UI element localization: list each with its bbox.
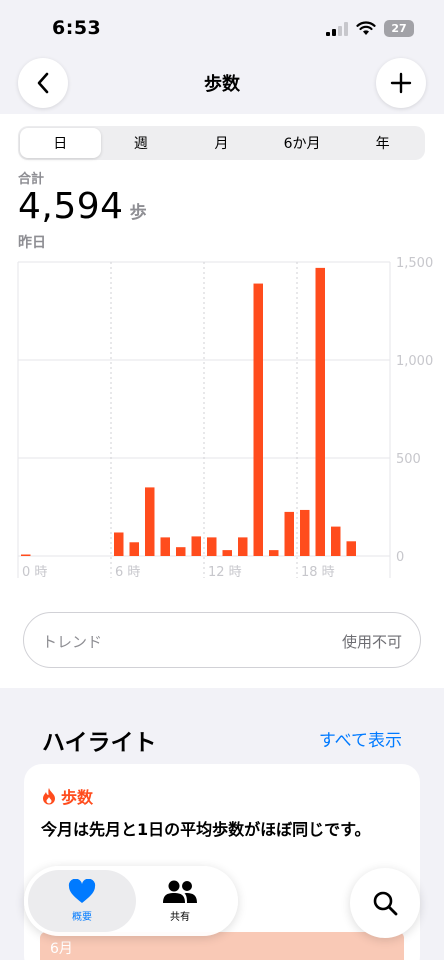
y-tick-label: 0 bbox=[396, 550, 404, 565]
segment-month[interactable]: 月 bbox=[181, 128, 262, 158]
steps-chart-card: 日 週 月 6か月 年 合計 4,594 歩 昨日 0 500 1,000 1,500… bbox=[0, 114, 444, 688]
trend-label: トレンド bbox=[42, 633, 103, 651]
chart-bar bbox=[346, 541, 356, 556]
x-tick-label: 18 時 bbox=[301, 565, 335, 580]
y-tick-label: 1,500 bbox=[396, 256, 433, 271]
trend-button[interactable]: トレンド 使用不可 bbox=[23, 612, 421, 668]
chart-bar bbox=[238, 537, 248, 556]
tab-summary-label: 概要 bbox=[72, 912, 92, 923]
x-tick-label: 6 時 bbox=[115, 565, 140, 580]
chart-bar bbox=[160, 537, 170, 556]
total-value-row: 4,594 歩 bbox=[18, 186, 147, 227]
chart-bar bbox=[21, 554, 31, 556]
chart-bar bbox=[191, 536, 201, 556]
heart-icon bbox=[68, 879, 96, 903]
show-all-link[interactable]: すべて表示 bbox=[319, 726, 402, 751]
status-bar: 6:53 27 bbox=[0, 0, 444, 56]
x-tick-label: 0 時 bbox=[22, 565, 47, 580]
chart-bar bbox=[331, 526, 341, 556]
chart-bar bbox=[207, 537, 217, 556]
chart-bar bbox=[114, 532, 124, 556]
y-tick-label: 500 bbox=[396, 452, 421, 467]
flame-icon bbox=[43, 788, 55, 805]
x-tick-label: 12 時 bbox=[208, 565, 242, 580]
chart-bar bbox=[284, 511, 294, 556]
battery-icon: 27 bbox=[384, 20, 414, 37]
y-tick-label: 1,000 bbox=[396, 354, 433, 369]
segment-day[interactable]: 日 bbox=[20, 128, 101, 158]
highlight-card-label: 歩数 bbox=[61, 788, 94, 807]
search-button[interactable] bbox=[350, 868, 420, 938]
chart-bar bbox=[253, 283, 263, 556]
total-value: 4,594 bbox=[18, 186, 124, 227]
status-icons: 27 bbox=[326, 20, 414, 37]
date-label: 昨日 bbox=[18, 235, 46, 251]
tab-sharing[interactable]: 共有 bbox=[126, 870, 234, 932]
chart-bar bbox=[222, 550, 232, 556]
tab-sharing-label: 共有 bbox=[170, 912, 190, 923]
highlight-month-bar: 6月 bbox=[40, 932, 404, 960]
people-icon bbox=[163, 880, 197, 903]
highlight-card-text: 今月は先月と1日の平均歩数がほぼ同じです。 bbox=[41, 820, 371, 839]
highlight-card-header: 歩数 bbox=[41, 784, 93, 808]
segment-six-months[interactable]: 6か月 bbox=[262, 128, 343, 158]
highlight-month-label: 6月 bbox=[50, 941, 73, 957]
chart-bar bbox=[269, 550, 279, 556]
range-segmented-control: 日 週 月 6か月 年 bbox=[18, 126, 425, 160]
cellular-signal-icon bbox=[326, 21, 348, 36]
status-time: 6:53 bbox=[52, 17, 102, 39]
tab-summary[interactable]: 概要 bbox=[28, 870, 136, 932]
tab-bar: 概要 共有 bbox=[24, 866, 238, 936]
chart-bar bbox=[315, 267, 325, 556]
add-data-button[interactable] bbox=[376, 58, 426, 108]
plus-icon bbox=[390, 72, 412, 94]
chart-bar bbox=[176, 547, 186, 556]
chart-bar bbox=[145, 487, 155, 556]
search-icon bbox=[373, 891, 398, 916]
highlights-heading: ハイライト bbox=[42, 730, 157, 756]
nav-bar: 歩数 bbox=[0, 56, 444, 114]
chart-bar bbox=[300, 509, 310, 556]
hourly-steps-chart[interactable]: 0 500 1,000 1,500 0 時 6 時 12 時 18 時 bbox=[0, 256, 444, 582]
wifi-icon bbox=[356, 21, 376, 35]
segment-year[interactable]: 年 bbox=[342, 128, 423, 158]
total-label: 合計 bbox=[18, 172, 45, 187]
segment-week[interactable]: 週 bbox=[101, 128, 182, 158]
trend-status: 使用不可 bbox=[341, 633, 402, 651]
chart-bar bbox=[129, 542, 139, 556]
total-unit: 歩 bbox=[129, 203, 147, 223]
